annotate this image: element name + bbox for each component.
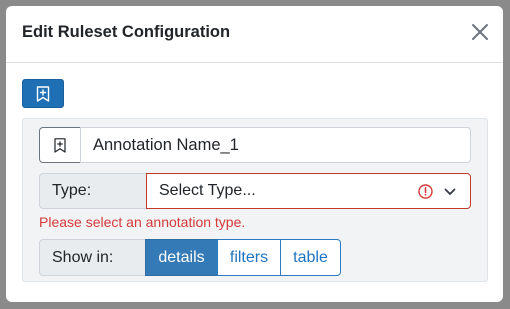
show-in-label: Show in: xyxy=(39,239,146,276)
show-in-details-button[interactable]: details xyxy=(145,239,218,276)
close-button[interactable] xyxy=(469,21,491,43)
annotation-name-input[interactable] xyxy=(80,127,471,163)
exclamation-circle-icon xyxy=(418,184,433,199)
modal-title: Edit Ruleset Configuration xyxy=(22,23,231,41)
edit-ruleset-modal: Edit Ruleset Configuration Type: Select … xyxy=(6,6,503,302)
annotation-name-addon[interactable] xyxy=(39,127,81,163)
type-label: Type: xyxy=(39,173,147,209)
close-icon xyxy=(472,24,488,40)
show-in-table-button[interactable]: table xyxy=(280,239,341,276)
modal-header: Edit Ruleset Configuration xyxy=(6,6,503,63)
add-annotation-button[interactable] xyxy=(22,79,64,108)
annotation-type-select[interactable]: Select Type... xyxy=(146,173,471,209)
bookmark-plus-icon xyxy=(36,85,50,102)
type-select-value: Select Type... xyxy=(159,182,256,199)
bookmark-icon xyxy=(54,137,66,153)
type-error-message: Please select an annotation type. xyxy=(39,214,246,230)
show-in-filters-button[interactable]: filters xyxy=(217,239,281,276)
annotation-card: Type: Select Type... Please select an an… xyxy=(22,118,488,282)
chevron-down-icon xyxy=(444,186,456,198)
